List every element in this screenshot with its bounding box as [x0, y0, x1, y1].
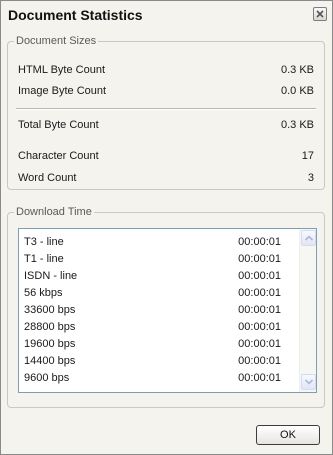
- connection-label: 28800 bps: [24, 321, 76, 333]
- list-item[interactable]: T1 - line 00:00:01: [24, 251, 281, 267]
- download-time-value: 00:00:01: [238, 338, 281, 350]
- scroll-down-arrow-icon: [305, 379, 313, 385]
- download-time-value: 00:00:01: [238, 253, 281, 265]
- character-count-value: 17: [301, 150, 314, 162]
- download-time-value: 00:00:01: [238, 287, 281, 299]
- word-count-value: 3: [307, 172, 314, 184]
- image-byte-count-value: 0.0 KB: [280, 85, 314, 97]
- character-count-row: Character Count 17: [18, 149, 314, 163]
- total-byte-count-row: Total Byte Count 0.3 KB: [18, 118, 314, 132]
- dialog-title: Document Statistics: [8, 7, 143, 23]
- word-count-row: Word Count 3: [18, 171, 314, 185]
- list-item[interactable]: 14400 bps 00:00:01: [24, 353, 281, 369]
- scroll-up-button[interactable]: [301, 230, 316, 246]
- download-time-value: 00:00:01: [238, 304, 281, 316]
- connection-label: 14400 bps: [24, 355, 76, 367]
- download-time-value: 00:00:01: [238, 321, 281, 333]
- connection-label: 56 kbps: [24, 287, 63, 299]
- document-sizes-label: Document Sizes: [14, 35, 99, 48]
- character-count-label: Character Count: [18, 150, 99, 162]
- download-time-value: 00:00:01: [238, 355, 281, 367]
- close-icon: [316, 10, 324, 18]
- divider: [16, 108, 316, 110]
- html-byte-count-value: 0.3 KB: [280, 64, 314, 76]
- connection-label: 33600 bps: [24, 304, 76, 316]
- vertical-scrollbar[interactable]: [299, 229, 316, 392]
- list-item[interactable]: 28800 bps 00:00:01: [24, 319, 281, 335]
- image-byte-count-label: Image Byte Count: [18, 85, 107, 97]
- html-byte-count-label: HTML Byte Count: [18, 64, 106, 76]
- download-time-label: Download Time: [14, 206, 94, 219]
- download-time-value: 00:00:01: [238, 270, 281, 282]
- connection-label: ISDN - line: [24, 270, 78, 282]
- title-bar[interactable]: Document Statistics: [1, 1, 332, 27]
- document-sizes-group: Document Sizes HTML Byte Count 0.3 KB Im…: [7, 35, 325, 190]
- download-time-value: 00:00:01: [238, 236, 281, 248]
- scroll-up-arrow-icon: [305, 235, 313, 241]
- ok-button[interactable]: OK: [256, 425, 320, 445]
- download-time-value: 00:00:01: [238, 372, 281, 384]
- total-byte-count-value: 0.3 KB: [280, 119, 314, 131]
- list-item[interactable]: T3 - line 00:00:01: [24, 234, 281, 250]
- list-item[interactable]: ISDN - line 00:00:01: [24, 268, 281, 284]
- close-button[interactable]: [313, 7, 327, 21]
- list-item[interactable]: 33600 bps 00:00:01: [24, 302, 281, 318]
- total-byte-count-label: Total Byte Count: [18, 119, 99, 131]
- list-item[interactable]: 56 kbps 00:00:01: [24, 285, 281, 301]
- connection-label: T1 - line: [24, 253, 64, 265]
- download-time-list[interactable]: T3 - line 00:00:01 T1 - line 00:00:01 IS…: [18, 228, 317, 393]
- html-byte-count-row: HTML Byte Count 0.3 KB: [18, 63, 314, 77]
- list-item[interactable]: 9600 bps 00:00:01: [24, 370, 281, 386]
- document-statistics-dialog: Document Statistics Document Sizes HTML …: [0, 0, 333, 455]
- word-count-label: Word Count: [18, 172, 77, 184]
- download-time-group: Download Time T3 - line 00:00:01 T1 - li…: [7, 206, 325, 408]
- scroll-down-button[interactable]: [301, 374, 316, 390]
- list-item[interactable]: 19600 bps 00:00:01: [24, 336, 281, 352]
- image-byte-count-row: Image Byte Count 0.0 KB: [18, 84, 314, 98]
- connection-label: 19600 bps: [24, 338, 76, 350]
- connection-label: T3 - line: [24, 236, 64, 248]
- connection-label: 9600 bps: [24, 372, 70, 384]
